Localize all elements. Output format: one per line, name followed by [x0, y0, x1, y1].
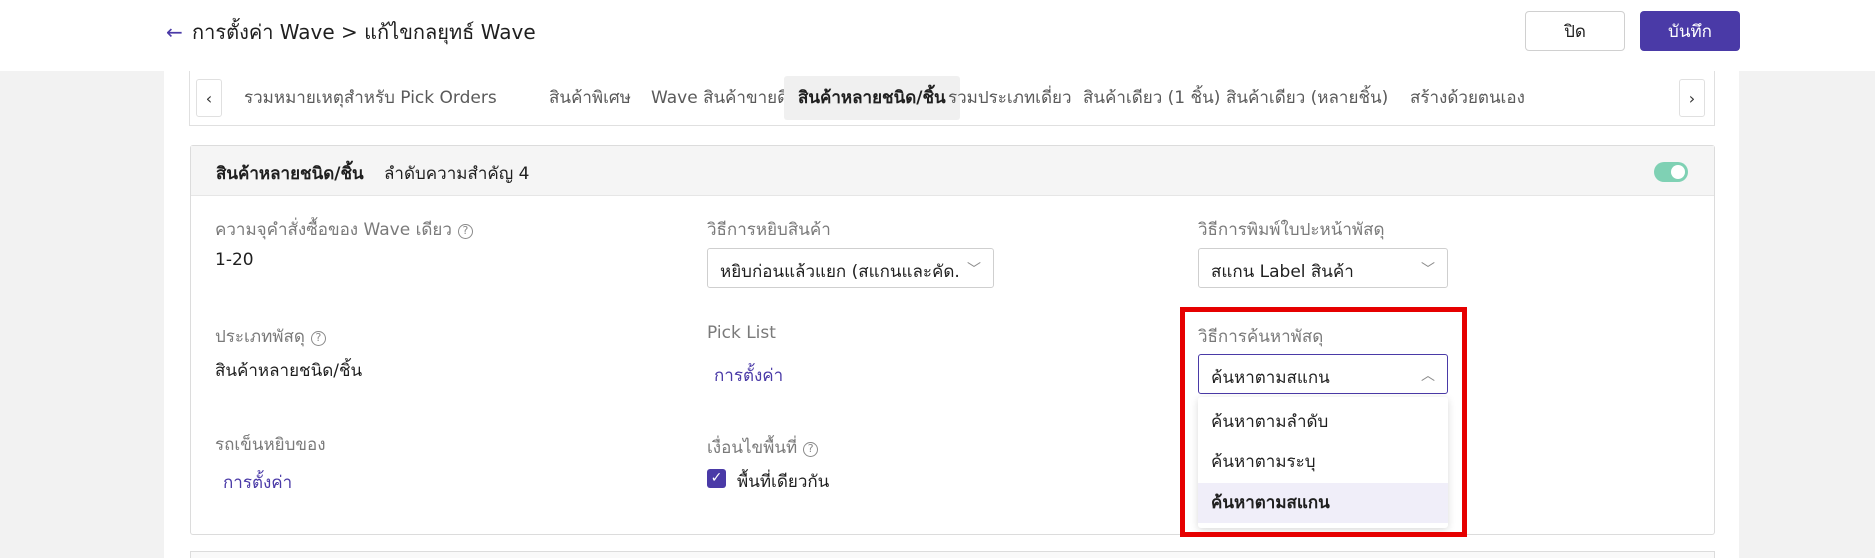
chevron-left-icon: ‹ [205, 88, 213, 108]
parcel-type-label-text: ประเภทพัสดุ [215, 327, 305, 347]
pick-method-label: วิธีการหยิบสินค้า [707, 220, 831, 240]
priority-text: ลำดับความสำคัญ 4 [384, 164, 530, 184]
question-circle-icon[interactable]: ? [310, 331, 326, 346]
strategy-card: สินค้าหลายชนิด/ชิ้น ลำดับความสำคัญ 4 [190, 145, 1715, 535]
pick-list-settings-link[interactable]: การตั้งค่า [714, 362, 783, 389]
close-button[interactable]: ปิด [1525, 11, 1625, 51]
cart-settings-link[interactable]: การตั้งค่า [223, 469, 292, 496]
strategy-tab-bar: ‹ รวมหมายเหตุสำหรับ Pick Orders สินค้าพิ… [189, 71, 1715, 126]
tab-scroll-left-button[interactable]: ‹ [196, 79, 222, 117]
tab-pick-order-notes[interactable]: รวมหมายเหตุสำหรับ Pick Orders [230, 76, 511, 120]
wave-capacity-value: 1-20 [215, 250, 254, 270]
pick-method-select[interactable]: หยิบก่อนแล้วแยก (สแกนและคัด... ﹀ [707, 248, 994, 288]
chevron-down-icon: ﹀ [967, 262, 981, 278]
chevron-right-icon: › [1688, 88, 1696, 108]
arrow-left-icon[interactable]: ← [166, 21, 184, 43]
tab-single-item-one[interactable]: สินค้าเดียว (1 ชิ้น) [1069, 76, 1234, 120]
parcel-type-label: ประเภทพัสดุ? [215, 323, 326, 350]
question-circle-icon[interactable]: ? [457, 224, 473, 239]
card-title: สินค้าหลายชนิด/ชิ้น [216, 164, 364, 184]
question-circle-icon[interactable]: ? [803, 442, 819, 457]
breadcrumb: การตั้งค่า Wave > แก้ไขกลยุทธ์ Wave [192, 20, 536, 44]
enable-toggle[interactable] [1654, 162, 1688, 182]
cart-label: รถเข็นหยิบของ [215, 435, 326, 455]
next-card-edge [190, 551, 1715, 558]
same-area-checkbox[interactable]: ✓ [707, 469, 726, 488]
area-condition-label: เงื่อนไขพื้นที่? [707, 434, 819, 461]
pick-method-value: หยิบก่อนแล้วแยก (สแกนและคัด... [720, 262, 960, 282]
wave-capacity-label-text: ความจุคำสั่งซื้อของ Wave เดียว [215, 220, 452, 240]
parcel-type-value: สินค้าหลายชนิด/ชิ้น [215, 361, 363, 381]
pick-list-label: Pick List [707, 323, 776, 343]
tab-combined-single-type[interactable]: รวมประเภทเดี่ยว [934, 76, 1086, 120]
tab-manual[interactable]: สร้างด้วยตนเอง [1396, 76, 1539, 120]
top-bar: ← การตั้งค่า Wave > แก้ไขกลยุทธ์ Wave ปิ… [0, 0, 1875, 71]
tab-scroll-right-button[interactable]: › [1679, 79, 1705, 117]
area-condition-label-text: เงื่อนไขพื้นที่ [707, 438, 798, 458]
tab-best-sellers[interactable]: Wave สินค้าขายดี [637, 76, 802, 120]
tab-list: รวมหมายเหตุสำหรับ Pick Orders สินค้าพิเศ… [230, 76, 1676, 120]
tab-special-items[interactable]: สินค้าพิเศษ [535, 76, 645, 120]
print-method-label: วิธีการพิมพ์ใบปะหน้าพัสดุ [1198, 220, 1385, 240]
save-button[interactable]: บันทึก [1640, 11, 1740, 51]
check-icon: ✓ [710, 470, 723, 486]
chevron-down-icon: ﹀ [1421, 262, 1435, 278]
highlight-box [1180, 307, 1467, 537]
print-method-select[interactable]: สแกน Label สินค้า ﹀ [1198, 248, 1448, 288]
same-area-label: พื้นที่เดียวกัน [737, 472, 830, 492]
wave-capacity-label: ความจุคำสั่งซื้อของ Wave เดียว? [215, 216, 473, 243]
toggle-knob [1671, 165, 1685, 179]
tab-single-item-many[interactable]: สินค้าเดียว (หลายชิ้น) [1212, 76, 1402, 120]
print-method-value: สแกน Label สินค้า [1211, 262, 1354, 282]
card-header: สินค้าหลายชนิด/ชิ้น ลำดับความสำคัญ 4 [191, 146, 1714, 196]
